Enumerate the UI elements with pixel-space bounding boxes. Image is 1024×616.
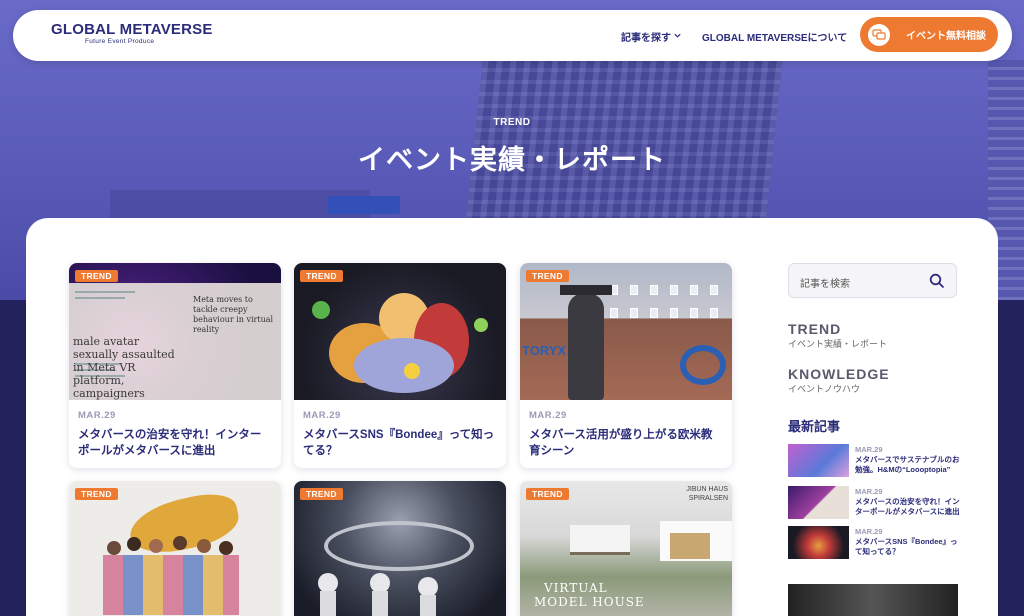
latest-article-item[interactable]: MAR.29 メタバースSNS『Bondee』って知ってる？ [788, 526, 960, 559]
latest-article-date: MAR.29 [855, 445, 883, 454]
sidebar-category-knowledge[interactable]: KNOWLEDGE イベントノウハウ [788, 366, 890, 395]
latest-article-thumbnail [788, 526, 849, 559]
logo-sub: Future Event Produce [85, 38, 155, 45]
category-name: KNOWLEDGE [788, 366, 890, 382]
article-thumbnail: JIBUN HAUS SPIRALSEN VIRTUAL MODEL HOUSE… [520, 481, 732, 616]
article-card[interactable]: TORYX TREND MAR.29 メタバース活用が盛り上がる欧米教育シーン [520, 263, 732, 468]
cta-label: イベント無料相談 [906, 31, 986, 42]
free-consultation-button[interactable]: イベント無料相談 [860, 17, 998, 52]
article-date: MAR.29 [529, 410, 567, 421]
category-badge: TREND [526, 270, 569, 282]
article-title: メタバースSNS『Bondee』って知ってる？ [303, 429, 495, 457]
thumbnail-brand-text: JIBUN HAUS SPIRALSEN [686, 486, 728, 502]
thumbnail-caption: MODEL HOUSE [534, 595, 645, 609]
thumbnail-side-text: Meta moves to tackle creepy behaviour in… [193, 295, 274, 334]
latest-article-thumbnail [788, 486, 849, 519]
nav-articles-label: 記事を探す [621, 33, 671, 44]
category-name: TREND [788, 321, 842, 337]
article-card[interactable]: TREND [69, 481, 281, 616]
article-thumbnail: TORYX TREND [520, 263, 732, 400]
category-badge: TREND [526, 488, 569, 500]
article-thumbnail: TREND [69, 481, 281, 616]
thumbnail-overlay-text: TORYX [522, 343, 567, 358]
thumbnail-caption: VIRTUAL [544, 581, 608, 595]
hero-sign [328, 196, 400, 214]
article-date: MAR.29 [78, 410, 116, 421]
latest-articles-heading: 最新記事 [788, 419, 841, 434]
latest-article-thumbnail [788, 444, 849, 477]
nav-articles[interactable]: 記事を探す [621, 29, 682, 44]
article-card[interactable]: JIBUN HAUS SPIRALSEN VIRTUAL MODEL HOUSE… [520, 481, 732, 616]
article-card[interactable]: male avatar sexually assaulted in Meta V… [69, 263, 281, 468]
latest-article-title: メタバースの治安を守れ！インターポールがメタバースに進出 [855, 497, 960, 516]
latest-article-title: メタバースでサステナブルのお勉強。H&Mの“Loooptopia” [855, 455, 960, 474]
logo-main: GLOBAL METAVERSE [51, 21, 213, 38]
search-input[interactable]: 記事を検索 [800, 275, 850, 290]
site-logo[interactable]: GLOBAL METAVERSE Future Event Produce [51, 21, 213, 46]
latest-article-date: MAR.29 [855, 527, 883, 536]
search-icon[interactable] [929, 273, 945, 289]
category-badge: TREND [75, 488, 118, 500]
latest-article-item[interactable]: MAR.29 メタバースでサステナブルのお勉強。H&Mの“Loooptopia” [788, 444, 960, 477]
article-thumbnail: TREND [294, 481, 506, 616]
article-date: MAR.29 [303, 410, 341, 421]
article-search[interactable]: 記事を検索 [788, 263, 957, 298]
page-title: イベント実績・レポート [358, 145, 666, 175]
article-title: メタバースの治安を守れ！インターポールがメタバースに進出 [78, 429, 262, 457]
article-card[interactable]: TREND MAR.29 メタバースSNS『Bondee』って知ってる？ [294, 263, 506, 468]
sidebar-category-trend[interactable]: TREND イベント実績・レポート [788, 321, 887, 350]
category-badge: TREND [300, 488, 343, 500]
thumbnail-document: male avatar sexually assaulted in Meta V… [69, 283, 281, 400]
chat-icon [868, 23, 890, 46]
latest-article-title: メタバースSNS『Bondee』って知ってる？ [855, 537, 958, 556]
hero-eyebrow: TREND [493, 117, 531, 128]
category-badge: TREND [75, 270, 118, 282]
nav-about[interactable]: GLOBAL METAVERSEについて [702, 29, 847, 44]
article-title: メタバース活用が盛り上がる欧米教育シーン [529, 429, 713, 457]
chevron-down-icon [673, 31, 682, 43]
thumbnail-headline: male avatar sexually assaulted in Meta V… [73, 335, 175, 400]
site-header: GLOBAL METAVERSE Future Event Produce 記事… [13, 10, 1012, 61]
latest-article-date: MAR.29 [855, 487, 883, 496]
latest-article-item[interactable]: MAR.29 メタバースの治安を守れ！インターポールがメタバースに進出 [788, 486, 960, 519]
category-subtitle: イベント実績・レポート [788, 339, 888, 349]
article-thumbnail: TREND [294, 263, 506, 400]
article-thumbnail: male avatar sexually assaulted in Meta V… [69, 263, 281, 400]
sidebar-banner[interactable] [788, 584, 958, 616]
category-badge: TREND [300, 270, 343, 282]
category-subtitle: イベントノウハウ [788, 384, 861, 394]
article-card[interactable]: TREND [294, 481, 506, 616]
